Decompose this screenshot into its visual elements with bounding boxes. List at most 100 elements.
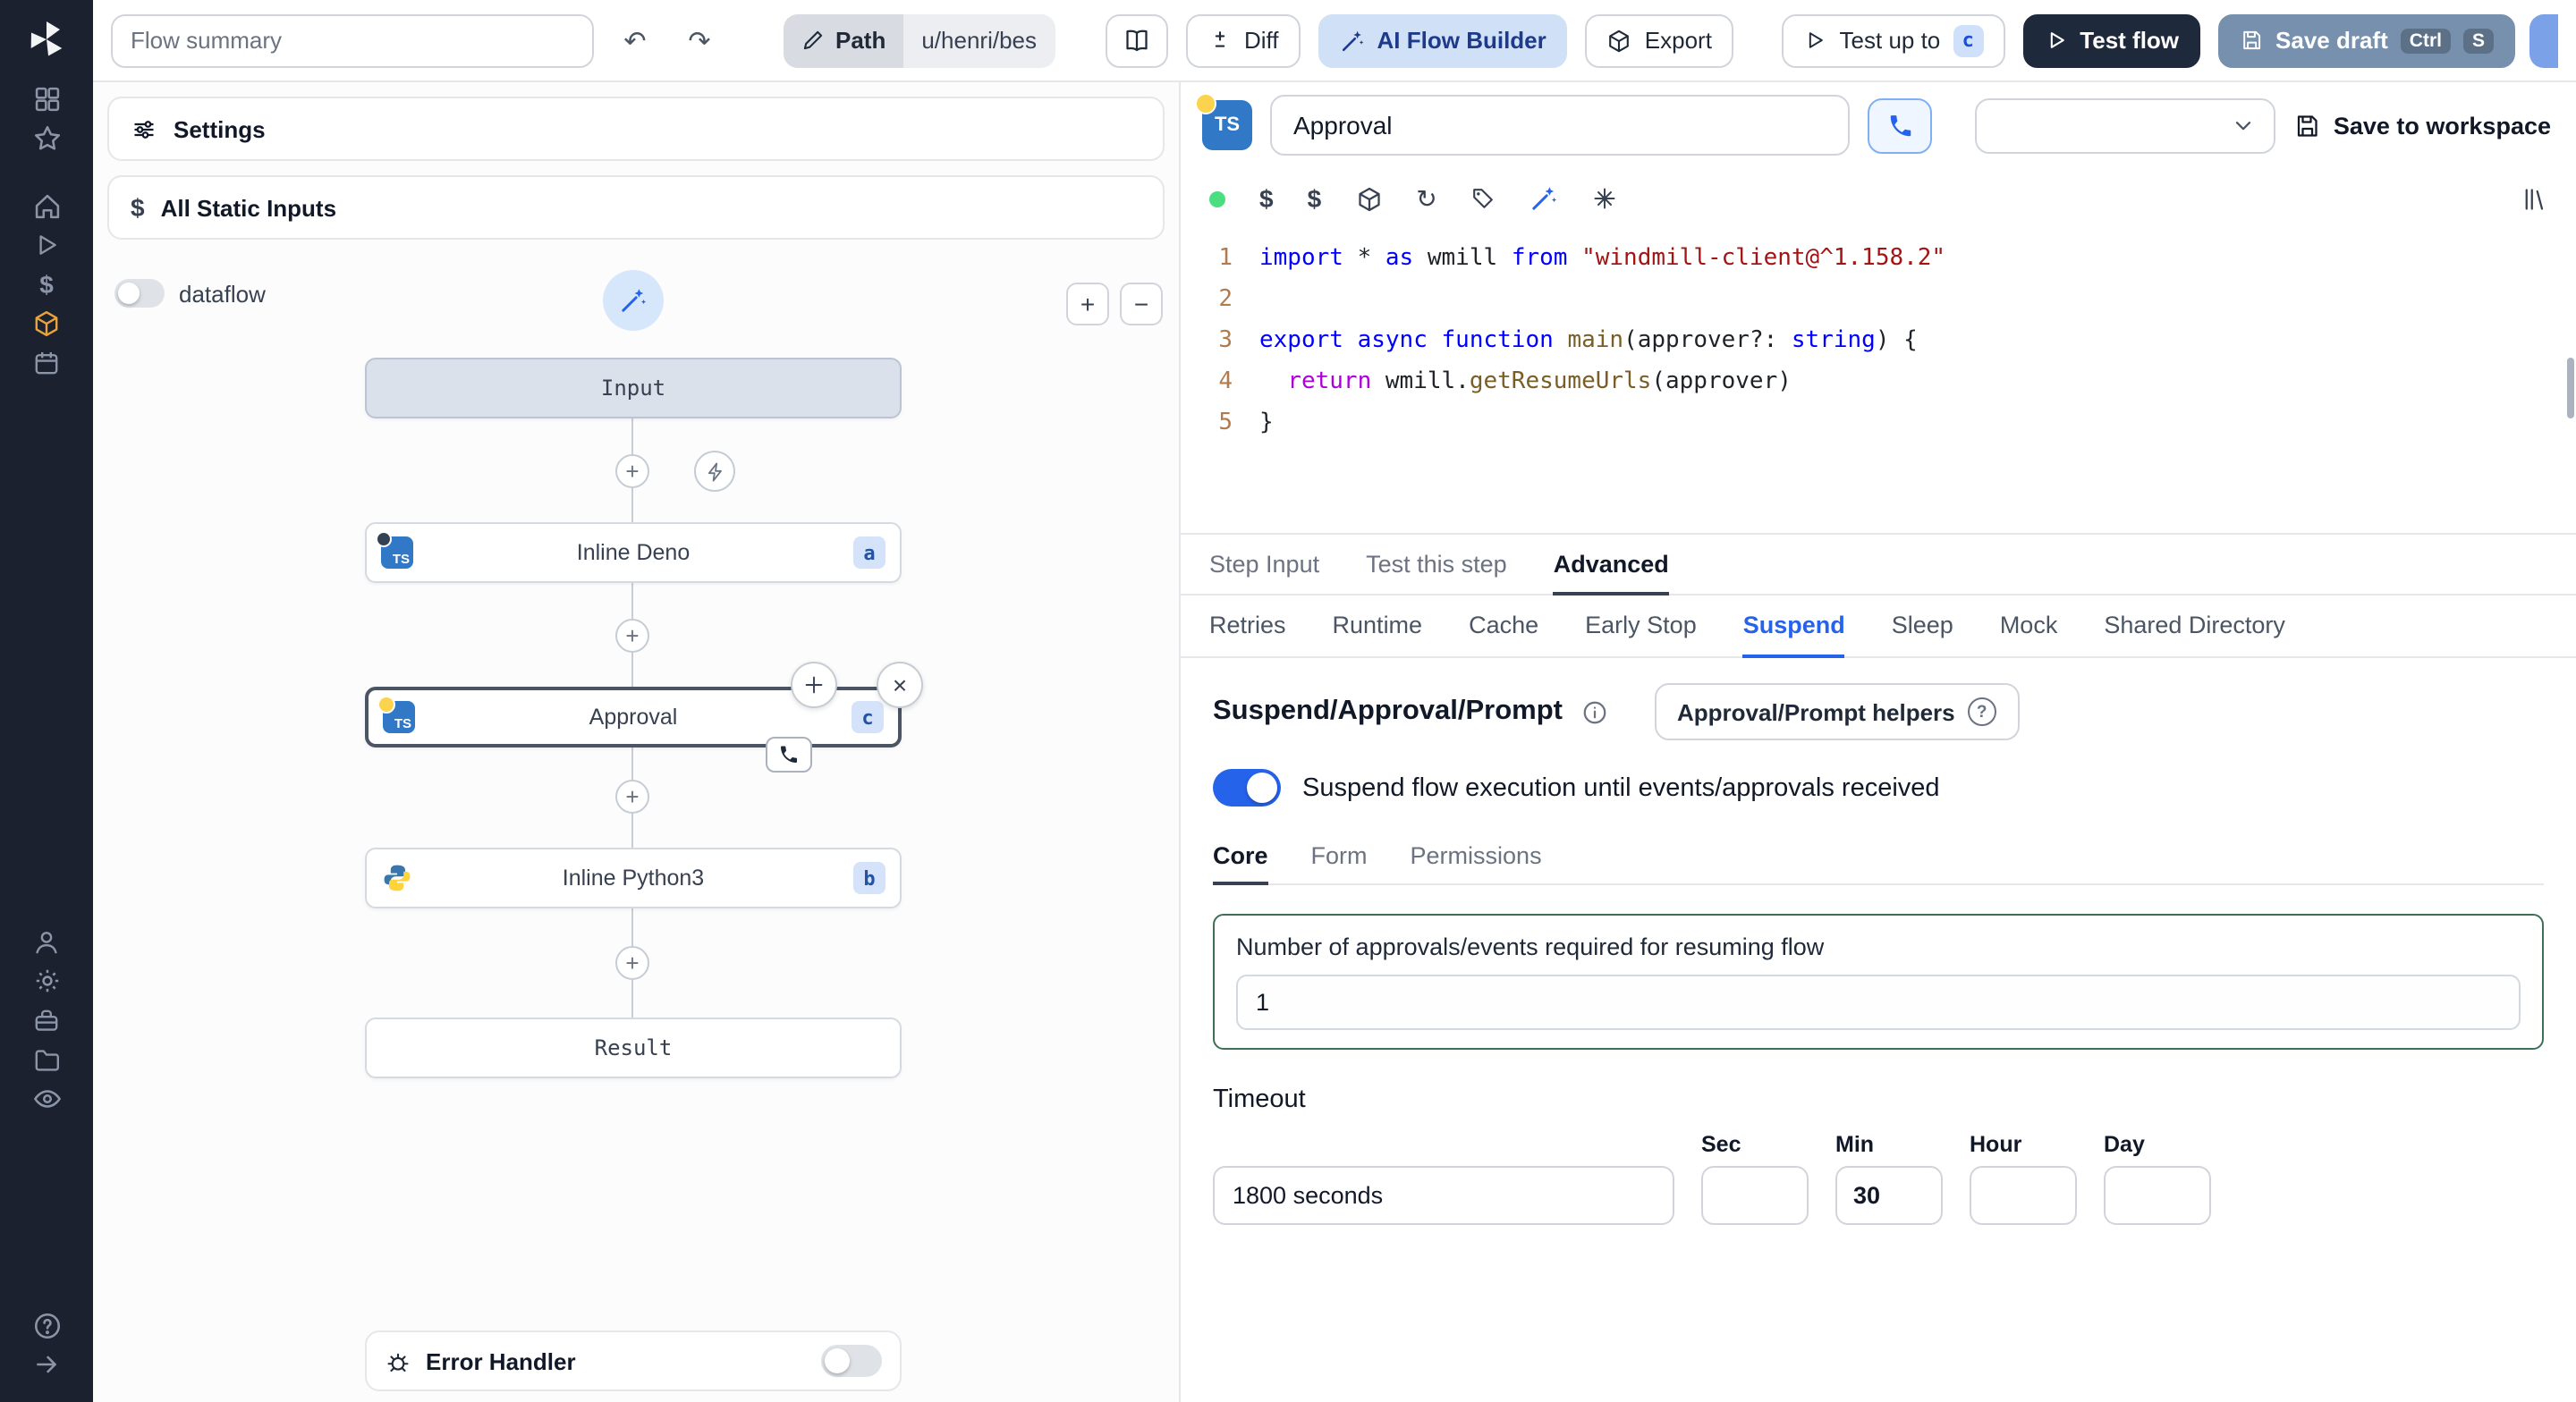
undo-button[interactable]: ↶ [612,15,658,65]
expand-sidebar-arrow-icon[interactable] [20,1345,73,1384]
settings-gear-icon[interactable] [20,962,73,1001]
path-label: Path [835,27,886,54]
approval-prompt-helpers-button[interactable]: Approval/Prompt helpers ? [1654,683,2020,740]
folders-icon[interactable] [20,1041,73,1080]
insert-step-button[interactable]: + [615,780,649,814]
move-step-button[interactable] [791,662,837,708]
tab-shared-directory[interactable]: Shared Directory [2104,595,2285,658]
variables-dollar-icon[interactable]: $ [20,265,73,304]
node-inline-deno[interactable]: TS Inline Deno a [365,522,902,583]
code-line[interactable]: export async function main(approver?: st… [1259,320,2576,361]
tab-retries[interactable]: Retries [1209,595,1286,658]
error-handler-toggle[interactable] [821,1345,882,1377]
dataflow-toggle[interactable] [114,279,165,308]
required-approvals-input[interactable] [1236,975,2521,1030]
node-inline-python[interactable]: Inline Python3 b [365,848,902,908]
insert-step-button[interactable]: + [615,454,649,488]
dependencies-package-icon[interactable] [1355,185,1382,212]
help-circle-icon: ? [1967,697,1996,726]
zoom-out-button[interactable]: − [1120,283,1163,325]
favorites-star-icon[interactable] [20,118,73,157]
info-icon[interactable] [1580,698,1607,725]
cache-indicator-icon [376,531,392,547]
ai-generate-wand-icon[interactable] [1530,184,1559,213]
tab-step-input[interactable]: Step Input [1209,535,1319,595]
topbar: ↶ ↷ Path u/henri/bes Diff AI Flow Builde… [93,0,2576,82]
workers-toolbox-icon[interactable] [20,1001,73,1041]
tab-sleep[interactable]: Sleep [1892,595,1953,658]
ai-builder-graph-button[interactable] [603,270,664,331]
docs-book-button[interactable] [1105,13,1167,67]
code-line[interactable]: import * as wmill from "windmill-client@… [1259,238,2576,279]
delete-step-button[interactable]: × [877,662,923,708]
test-flow-button[interactable]: Test flow [2022,13,2201,67]
timeout-min-input[interactable] [1835,1166,1943,1225]
suspend-sub-tabs: Core Form Permissions [1213,828,2544,885]
audit-eye-icon[interactable] [20,1080,73,1119]
code-editor[interactable]: 1 2 3 4 5 import * as wmill from "windmill-c… [1181,229,2576,533]
save-to-workspace-button[interactable]: Save to workspace [2294,112,2555,139]
diff-button[interactable]: Diff [1185,13,1301,67]
save-draft-button[interactable]: Save draft Ctrl S [2218,13,2515,67]
typescript-icon: TS [376,531,413,569]
insert-step-button[interactable]: + [615,619,649,653]
line-number: 2 [1218,286,1233,313]
tab-suspend[interactable]: Suspend [1742,595,1845,658]
tab-form[interactable]: Form [1311,828,1368,885]
min-label: Min [1835,1132,1875,1157]
timeout-sec-input[interactable] [1701,1166,1809,1225]
runs-play-icon[interactable] [20,225,73,265]
suspend-emoji-indicator [1195,93,1216,114]
error-handler-row[interactable]: Error Handler [365,1330,902,1391]
timeout-total-input[interactable] [1213,1166,1674,1225]
code-line[interactable] [1259,279,2576,320]
all-static-inputs-row[interactable]: $ All Static Inputs [107,175,1165,240]
home-icon[interactable] [20,186,73,225]
add-variable-icon[interactable]: $ [1259,184,1274,213]
timeout-day-input[interactable] [2104,1166,2211,1225]
path-button[interactable]: Path u/henri/bes [784,13,1055,67]
suspend-phone-button[interactable] [1868,97,1933,153]
trigger-bolt-button[interactable] [694,451,735,492]
timeout-hour-input[interactable] [1970,1166,2077,1225]
step-title-input[interactable] [1270,95,1851,156]
zoom-in-button[interactable]: + [1066,283,1109,325]
suspend-enable-toggle[interactable] [1213,769,1281,807]
apps-grid-icon[interactable] [20,79,73,118]
schedules-calendar-icon[interactable] [20,343,73,383]
tab-test-this-step[interactable]: Test this step [1366,535,1507,595]
editor-scrollbar[interactable] [2567,358,2574,418]
add-resource-icon[interactable]: $ [1308,184,1322,213]
node-input[interactable]: Input [365,358,902,418]
flow-settings-row[interactable]: Settings [107,97,1165,161]
ai-flow-builder-button[interactable]: AI Flow Builder [1318,13,1568,67]
export-button[interactable]: Export [1585,13,1733,67]
flow-summary-input[interactable] [111,13,594,67]
tab-advanced[interactable]: Advanced [1553,535,1669,595]
reload-icon[interactable]: ↻ [1416,183,1436,214]
code-line[interactable]: } [1259,402,2576,443]
tab-early-stop[interactable]: Early Stop [1585,595,1697,658]
resources-icon[interactable] [20,304,73,343]
windmill-logo[interactable] [25,0,68,79]
tag-icon[interactable] [1471,186,1496,211]
test-up-to-button[interactable]: Test up to c [1782,13,2005,67]
approval-phone-indicator[interactable] [766,737,812,773]
code-line[interactable]: return wmill.getResumeUrls(approver) [1259,361,2576,402]
save-draft-label: Save draft [2275,27,2388,54]
tab-core[interactable]: Core [1213,828,1268,885]
tab-permissions[interactable]: Permissions [1411,828,1542,885]
library-icon[interactable] [2521,185,2547,212]
tab-cache[interactable]: Cache [1469,595,1538,658]
help-icon[interactable] [20,1305,73,1345]
reset-sparkle-icon[interactable] [1593,186,1618,211]
deploy-button-partial[interactable] [2529,13,2558,67]
tab-runtime[interactable]: Runtime [1333,595,1423,658]
insert-step-button[interactable]: + [615,946,649,980]
users-icon[interactable] [20,923,73,962]
redo-button[interactable]: ↷ [676,15,723,65]
node-result[interactable]: Result [365,1018,902,1078]
code-lines[interactable]: import * as wmill from "windmill-client@… [1259,238,2576,533]
tab-mock[interactable]: Mock [2000,595,2058,658]
script-version-select[interactable] [1975,97,2276,153]
